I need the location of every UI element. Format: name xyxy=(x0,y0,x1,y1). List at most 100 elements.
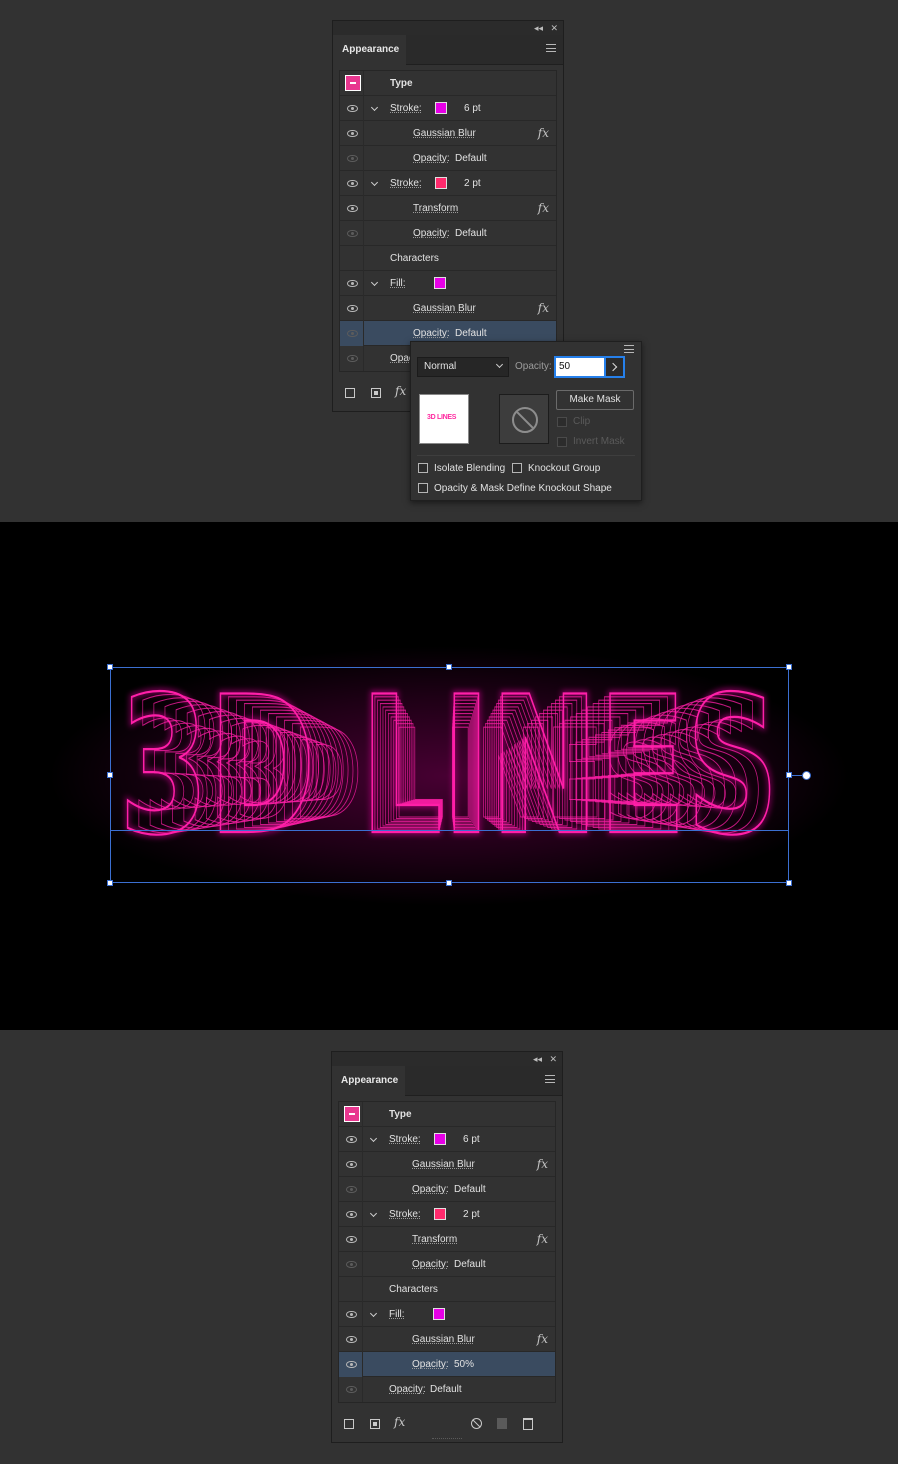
new-stroke-icon[interactable] xyxy=(344,1419,354,1429)
eye-icon[interactable] xyxy=(346,1386,357,1393)
appearance-row[interactable]: Stroke: 2 pt xyxy=(339,1202,555,1227)
opacity-mask-knockout-checkbox[interactable] xyxy=(418,483,428,493)
make-mask-button[interactable]: Make Mask xyxy=(556,390,634,410)
selection-handle[interactable] xyxy=(786,664,792,670)
selection-handle[interactable] xyxy=(446,664,452,670)
appearance-row[interactable]: Transform fx xyxy=(340,196,556,221)
panel-menu-icon[interactable] xyxy=(546,44,556,52)
opacity-link[interactable]: Opacity: xyxy=(389,1377,426,1402)
eye-icon[interactable] xyxy=(347,230,358,237)
appearance-row[interactable]: Characters xyxy=(339,1277,555,1302)
row-label[interactable]: Fill: xyxy=(390,271,406,296)
appearance-row[interactable]: Gaussian Blur fx xyxy=(340,121,556,146)
appearance-row[interactable]: Opacity: Default xyxy=(340,221,556,246)
appearance-row[interactable]: Stroke: 2 pt xyxy=(340,171,556,196)
selection-handle[interactable] xyxy=(107,772,113,778)
row-label[interactable]: Stroke: xyxy=(390,96,422,121)
eye-icon[interactable] xyxy=(346,1361,357,1368)
effect-label[interactable]: Transform xyxy=(412,1227,457,1252)
chevron-down-icon[interactable] xyxy=(369,1134,378,1143)
tab-appearance[interactable]: Appearance xyxy=(332,1066,405,1096)
opacity-link[interactable]: Opacity: xyxy=(412,1352,449,1377)
chevron-down-icon[interactable] xyxy=(369,1309,378,1318)
effect-label[interactable]: Gaussian Blur xyxy=(412,1152,475,1177)
popup-menu-icon[interactable] xyxy=(624,345,634,353)
eye-icon[interactable] xyxy=(346,1336,357,1343)
blend-mode-select[interactable]: Normal xyxy=(417,357,509,377)
effect-label[interactable]: Gaussian Blur xyxy=(413,121,476,146)
eye-icon[interactable] xyxy=(347,105,358,112)
eye-icon[interactable] xyxy=(346,1136,357,1143)
eye-icon[interactable] xyxy=(346,1211,357,1218)
eye-icon[interactable] xyxy=(346,1236,357,1243)
appearance-row[interactable]: Opacity: Default xyxy=(339,1177,555,1202)
knockout-group-checkbox[interactable] xyxy=(512,463,522,473)
row-value[interactable]: 2 pt xyxy=(463,1202,480,1227)
eye-icon[interactable] xyxy=(347,280,358,287)
eye-icon[interactable] xyxy=(347,130,358,137)
appearance-row[interactable]: Fill: xyxy=(339,1302,555,1327)
opacity-link[interactable]: Opacity: xyxy=(412,1252,449,1277)
eye-icon[interactable] xyxy=(347,330,358,337)
appearance-row[interactable]: Type xyxy=(339,1102,555,1127)
panel-menu-icon[interactable] xyxy=(545,1075,555,1083)
eye-icon[interactable] xyxy=(346,1186,357,1193)
color-swatch[interactable] xyxy=(434,277,446,289)
delete-icon[interactable] xyxy=(523,1418,533,1430)
chevron-down-icon[interactable] xyxy=(370,278,379,287)
isolate-blending-checkbox[interactable] xyxy=(418,463,428,473)
selection-handle[interactable] xyxy=(107,664,113,670)
eye-icon[interactable] xyxy=(347,205,358,212)
selection-handle[interactable] xyxy=(107,880,113,886)
selection-handle[interactable] xyxy=(786,880,792,886)
eye-icon[interactable] xyxy=(347,355,358,362)
new-stroke-icon[interactable] xyxy=(345,388,355,398)
eye-icon[interactable] xyxy=(346,1311,357,1318)
collapse-icon[interactable]: ◂◂ xyxy=(533,1053,542,1065)
opacity-slider-button[interactable] xyxy=(606,356,625,378)
chevron-down-icon[interactable] xyxy=(370,178,379,187)
opacity-input[interactable]: 50 xyxy=(554,356,606,378)
effect-label[interactable]: Transform xyxy=(413,196,458,221)
appearance-row[interactable]: Stroke: 6 pt xyxy=(340,96,556,121)
shear-handle[interactable] xyxy=(802,771,811,780)
appearance-row[interactable]: Fill: xyxy=(340,271,556,296)
color-swatch[interactable] xyxy=(434,1208,446,1220)
row-value[interactable]: 2 pt xyxy=(464,171,481,196)
appearance-row[interactable]: Gaussian Blur fx xyxy=(340,296,556,321)
eye-icon[interactable] xyxy=(347,305,358,312)
eye-icon[interactable] xyxy=(346,1161,357,1168)
eye-icon[interactable] xyxy=(347,155,358,162)
close-icon[interactable]: ✕ xyxy=(550,22,558,34)
add-effect-icon[interactable]: fx xyxy=(395,385,406,397)
appearance-row[interactable]: Gaussian Blur fx xyxy=(339,1152,555,1177)
appearance-row[interactable]: Opacity: Default xyxy=(339,1377,555,1402)
artboard-canvas[interactable]: 3D LINES 3D LINES 3D LINES 3D LINES 3D LINES… xyxy=(0,522,898,1030)
opacity-link[interactable]: Opacity: xyxy=(412,1177,449,1202)
row-label[interactable]: Stroke: xyxy=(389,1202,421,1227)
close-icon[interactable]: ✕ xyxy=(549,1053,557,1065)
appearance-row[interactable]: Opacity: Default xyxy=(340,146,556,171)
appearance-row[interactable]: Opacity: Default xyxy=(339,1252,555,1277)
add-effect-icon[interactable]: fx xyxy=(394,1416,405,1428)
clear-appearance-icon[interactable] xyxy=(471,1418,482,1429)
effect-label[interactable]: Gaussian Blur xyxy=(413,296,476,321)
color-swatch[interactable] xyxy=(435,177,447,189)
color-swatch[interactable] xyxy=(435,102,447,114)
chevron-down-icon[interactable] xyxy=(370,103,379,112)
chevron-down-icon[interactable] xyxy=(369,1209,378,1218)
appearance-row[interactable]: Stroke: 6 pt xyxy=(339,1127,555,1152)
mask-placeholder[interactable] xyxy=(499,394,549,444)
appearance-row[interactable]: Gaussian Blur fx xyxy=(339,1327,555,1352)
new-fill-icon[interactable] xyxy=(370,1419,380,1429)
selection-handle[interactable] xyxy=(446,880,452,886)
tab-appearance[interactable]: Appearance xyxy=(333,35,406,65)
row-value[interactable]: 6 pt xyxy=(464,96,481,121)
row-label[interactable]: Stroke: xyxy=(390,171,422,196)
resize-grip[interactable] xyxy=(432,1438,462,1442)
row-value[interactable]: 6 pt xyxy=(463,1127,480,1152)
appearance-row[interactable]: Type xyxy=(340,71,556,96)
opacity-link[interactable]: Opacity: xyxy=(413,221,450,246)
artwork-thumbnail[interactable]: 3D LINES xyxy=(419,394,469,444)
collapse-icon[interactable]: ◂◂ xyxy=(534,22,543,34)
